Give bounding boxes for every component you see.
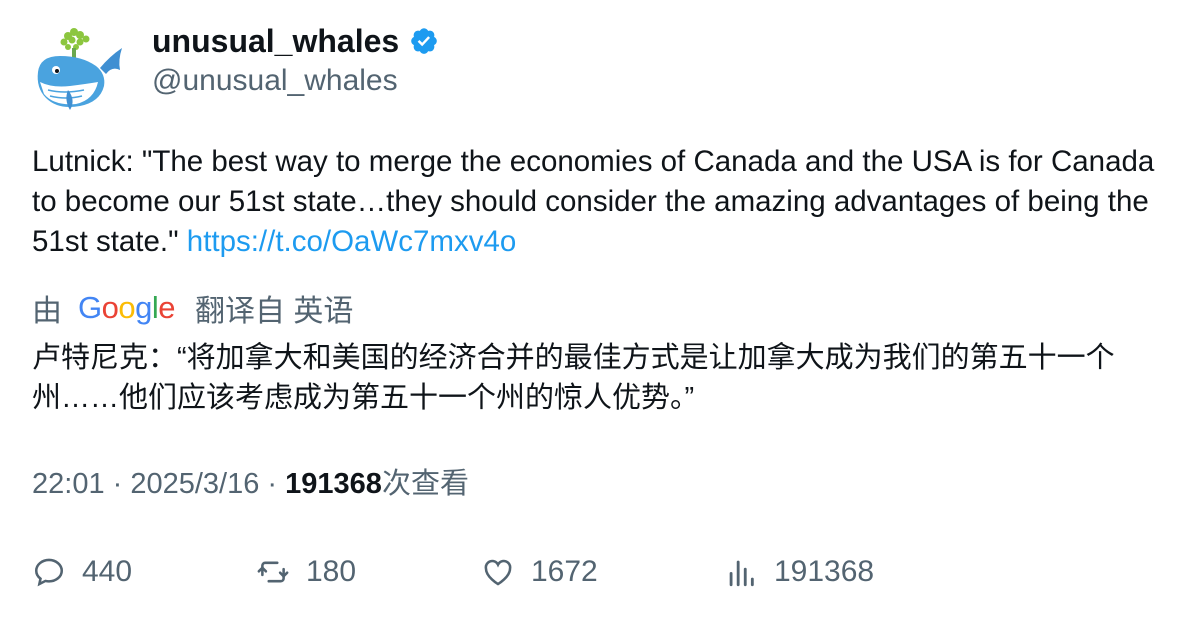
reply-button[interactable]: 440 [32, 550, 132, 594]
views-action-count: 191368 [774, 555, 875, 588]
tweet-text: Lutnick: "The best way to merge the econ… [32, 142, 1172, 262]
meta-separator: · [104, 468, 131, 500]
views-button[interactable]: 191368 [724, 550, 874, 594]
tweet-time[interactable]: 22:01 [32, 468, 105, 500]
google-logo: Google [78, 290, 176, 325]
retweet-count: 180 [306, 555, 357, 588]
retweet-icon [257, 561, 289, 583]
heart-icon [484, 559, 512, 586]
translated-from-label[interactable]: 翻译自 英语 [195, 286, 353, 330]
meta-separator: · [259, 468, 286, 500]
reply-count: 440 [82, 555, 133, 588]
author-handle[interactable]: @unusual_whales [152, 62, 398, 100]
views-count: 191368 [285, 468, 382, 500]
reply-icon [34, 558, 64, 587]
tweet-meta: 22:01 · 2025/3/16 · 191368次查看 [32, 466, 469, 502]
author-name-text: unusual_whales [152, 23, 400, 59]
views-label: 次查看 [381, 468, 469, 500]
author-name[interactable]: unusual_whales [152, 22, 439, 60]
avatar[interactable] [30, 26, 126, 114]
retweet-button[interactable]: 180 [256, 550, 356, 594]
like-count: 1672 [531, 555, 598, 588]
verified-badge-icon[interactable] [409, 26, 439, 56]
action-bar: 440 180 1672 191368 [32, 550, 1172, 594]
analytics-icon [729, 560, 754, 587]
tweet-link[interactable]: https://t.co/OaWc7mxv4o [187, 225, 517, 258]
tweet-date[interactable]: 2025/3/16 [130, 468, 259, 500]
translated-text: 卢特尼克：“将加拿大和美国的经济合并的最佳方式是让加拿大成为我们的第五十一个州…… [32, 342, 1115, 414]
whale-icon [37, 28, 122, 110]
like-button[interactable]: 1672 [481, 550, 598, 594]
translated-by-label: 由 [32, 295, 62, 328]
translation-attribution: 由 Google 翻译自 英语 [32, 288, 353, 328]
